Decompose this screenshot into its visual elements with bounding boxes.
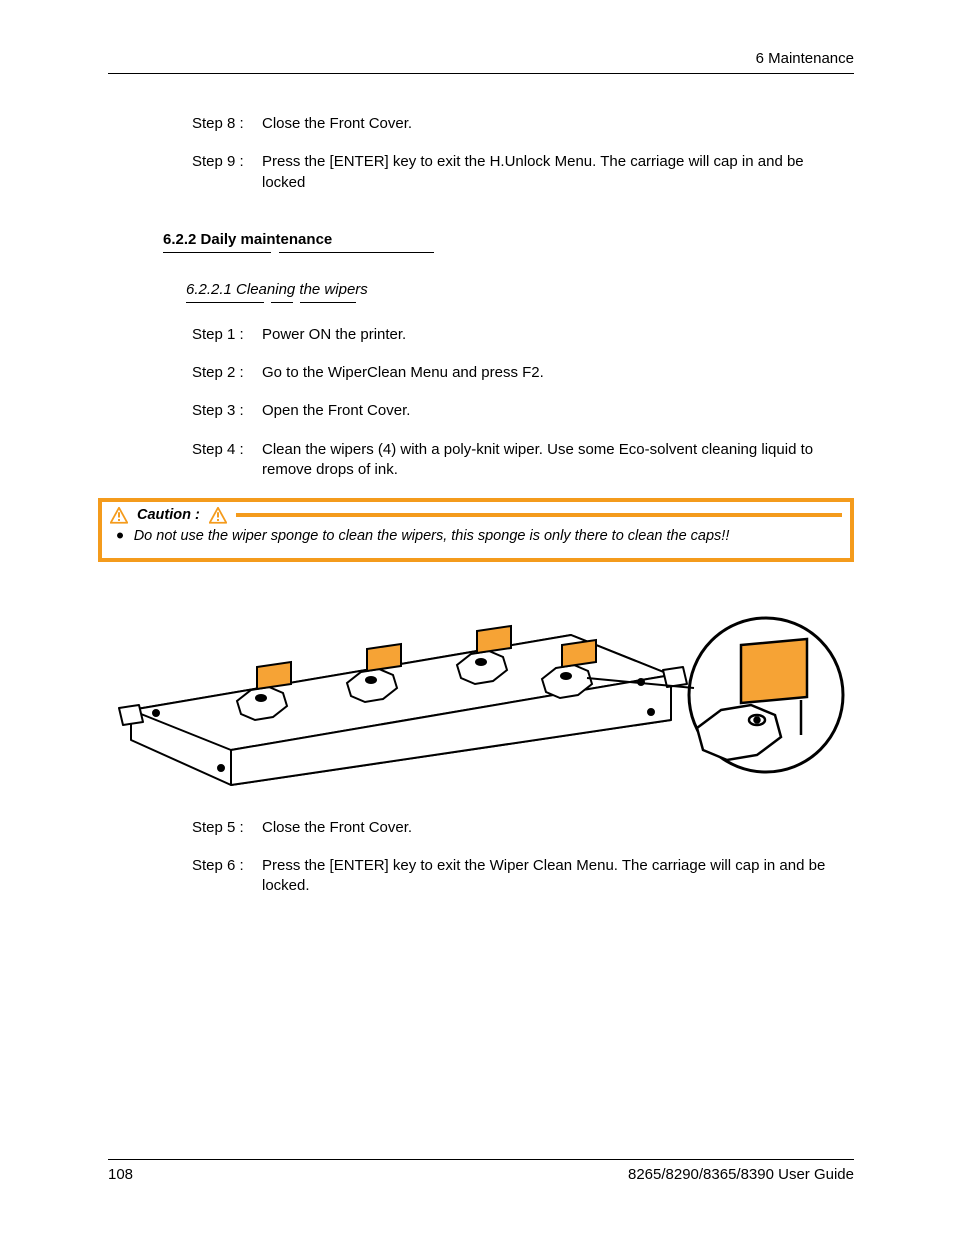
step-text: Press the [ENTER] key to exit the H.Unlo… xyxy=(262,152,844,193)
step-label: Step 6 : xyxy=(192,856,262,897)
step-text: Close the Front Cover. xyxy=(262,818,844,838)
step-row: Step 4 : Clean the wipers (4) with a pol… xyxy=(192,440,844,481)
subsection-heading: 6.2.2.1 Cleaning the wipers xyxy=(186,281,854,298)
caution-box: Caution : • Do not use the wiper sponge … xyxy=(98,498,854,562)
bullet-icon: • xyxy=(116,527,124,546)
step-row: Step 5 : Close the Front Cover. xyxy=(192,818,844,838)
page-footer: 108 8265/8290/8365/8390 User Guide xyxy=(108,1159,854,1183)
step-text: Press the [ENTER] key to exit the Wiper … xyxy=(262,856,844,897)
step-label: Step 9 : xyxy=(192,152,262,193)
chapter-title: 6 Maintenance xyxy=(756,50,854,67)
page-number: 108 xyxy=(108,1166,133,1183)
warning-icon xyxy=(110,507,128,523)
caution-text: Do not use the wiper sponge to clean the… xyxy=(134,527,730,546)
step-label: Step 8 : xyxy=(192,114,262,134)
step-row: Step 6 : Press the [ENTER] key to exit t… xyxy=(192,856,844,897)
step-text: Go to the WiperClean Menu and press F2. xyxy=(262,363,844,383)
step-row: Step 8 : Close the Front Cover. xyxy=(192,114,844,134)
caution-rule xyxy=(236,513,842,517)
step-row: Step 3 : Open the Front Cover. xyxy=(192,401,844,421)
step-label: Step 3 : xyxy=(192,401,262,421)
step-label: Step 5 : xyxy=(192,818,262,838)
step-label: Step 2 : xyxy=(192,363,262,383)
doc-title: 8265/8290/8365/8390 User Guide xyxy=(628,1166,854,1183)
page-header: 6 Maintenance xyxy=(108,50,854,74)
step-text: Power ON the printer. xyxy=(262,325,844,345)
warning-icon xyxy=(209,507,227,523)
step-label: Step 1 : xyxy=(192,325,262,345)
step-row: Step 1 : Power ON the printer. xyxy=(192,325,844,345)
step-row: Step 9 : Press the [ENTER] key to exit t… xyxy=(192,152,844,193)
step-text: Clean the wipers (4) with a poly-knit wi… xyxy=(262,440,844,481)
section-heading: 6.2.2 Daily maintenance xyxy=(163,231,854,248)
subheading-underline xyxy=(186,302,854,303)
step-text: Open the Front Cover. xyxy=(262,401,844,421)
step-label: Step 4 : xyxy=(192,440,262,481)
wiper-diagram xyxy=(111,590,851,790)
step-text: Close the Front Cover. xyxy=(262,114,844,134)
caution-label: Caution : xyxy=(137,506,200,525)
heading-underline xyxy=(163,252,854,253)
step-row: Step 2 : Go to the WiperClean Menu and p… xyxy=(192,363,844,383)
